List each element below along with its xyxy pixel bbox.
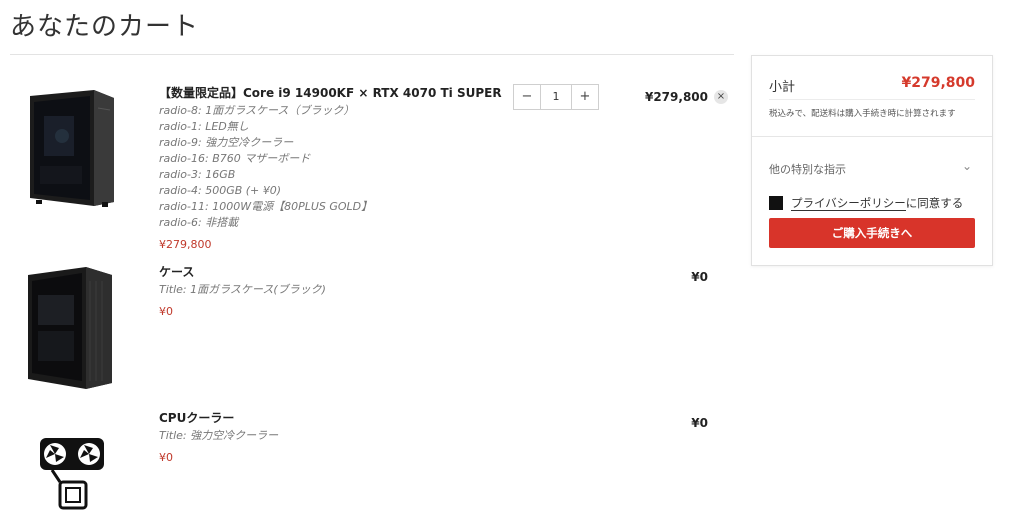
privacy-policy-link[interactable]: プライバシーポリシー: [791, 196, 906, 211]
chevron-down-icon[interactable]: ⌄: [962, 159, 972, 173]
privacy-checkbox[interactable]: [769, 196, 783, 210]
product-image-cpu-cooler[interactable]: [38, 436, 108, 516]
special-instructions-toggle[interactable]: 他の特別な指示: [769, 161, 846, 177]
tax-shipping-note: 税込みで、配送料は購入手続き時に計算されます: [769, 109, 956, 119]
item-options: Title: 強力空冷クーラー: [159, 428, 278, 444]
subtotal-value: ¥279,800: [901, 75, 975, 91]
privacy-text: プライバシーポリシーに同意する: [791, 195, 963, 211]
subtotal-section: 小計 ¥279,800 税込みで、配送料は購入手続き時に計算されます: [752, 56, 992, 137]
item-info: CPUクーラー Title: 強力空冷クーラー ¥0: [159, 410, 278, 464]
privacy-agreement: プライバシーポリシーに同意する: [769, 195, 963, 211]
cart-summary-panel: 小計 ¥279,800 税込みで、配送料は購入手続き時に計算されます 他の特別な…: [751, 55, 993, 266]
item-unit-price: ¥0: [159, 451, 173, 464]
item-option: Title: 強力空冷クーラー: [159, 429, 279, 442]
privacy-suffix: に同意する: [905, 196, 964, 210]
subtotal-label: 小計: [769, 80, 796, 95]
cart-item: CPUクーラー Title: 強力空冷クーラー ¥0 ¥0: [0, 0, 740, 527]
item-title[interactable]: CPUクーラー: [159, 410, 278, 426]
subtotal-divider: [769, 99, 975, 100]
checkout-button[interactable]: ご購入手続きへ: [769, 218, 975, 248]
item-line-total: ¥0: [691, 416, 708, 430]
